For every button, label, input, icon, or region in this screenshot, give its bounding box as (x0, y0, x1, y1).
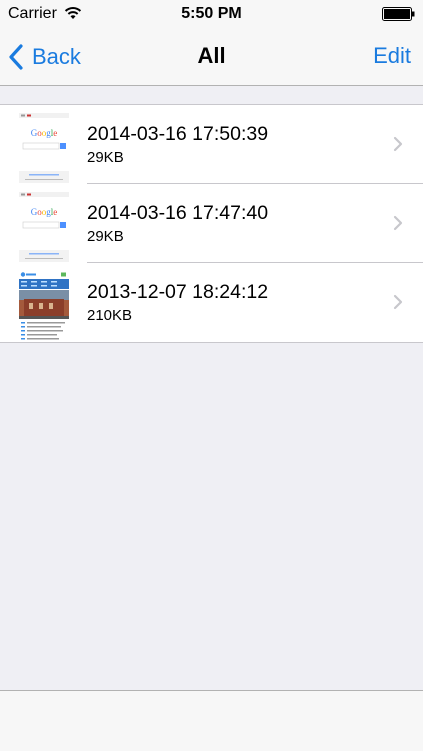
snapshot-date: 2014-03-16 17:47:40 (87, 202, 269, 224)
google-page-thumbnail: Google (19, 113, 69, 183)
chevron-right-icon (393, 136, 403, 152)
list-item[interactable]: 2013-12-07 18:24:12 210KB (0, 263, 423, 342)
google-page-thumbnail: Google (19, 192, 69, 262)
status-time: 5:50 PM (181, 5, 242, 22)
chevron-right-icon (393, 294, 403, 310)
snapshot-date: 2013-12-07 18:24:12 (87, 281, 269, 303)
page-title: All (197, 43, 226, 68)
svg-text:Google: Google (31, 128, 58, 138)
list-item[interactable]: Google 2014-03-16 17:50:39 29KB (0, 105, 423, 184)
battery-icon (382, 7, 415, 21)
list-item[interactable]: Google 2014-03-16 17:47:40 29KB (0, 184, 423, 263)
snapshot-date: 2014-03-16 17:50:39 (87, 123, 269, 145)
status-bar: Carrier 5:50 PM (0, 0, 423, 28)
svg-text:Google: Google (31, 207, 58, 217)
snapshot-size: 29KB (87, 228, 124, 245)
snapshot-size: 29KB (87, 149, 124, 166)
news-page-thumbnail (19, 271, 69, 341)
bottom-toolbar (0, 690, 423, 751)
snapshot-list: Google 2014-03-16 17:50:39 29KB Google 2… (0, 104, 423, 343)
chevron-right-icon (393, 215, 403, 231)
snapshot-size: 210KB (87, 307, 133, 324)
navigation-bar: Back All Edit (0, 28, 423, 86)
edit-button[interactable]: Edit (373, 43, 411, 69)
